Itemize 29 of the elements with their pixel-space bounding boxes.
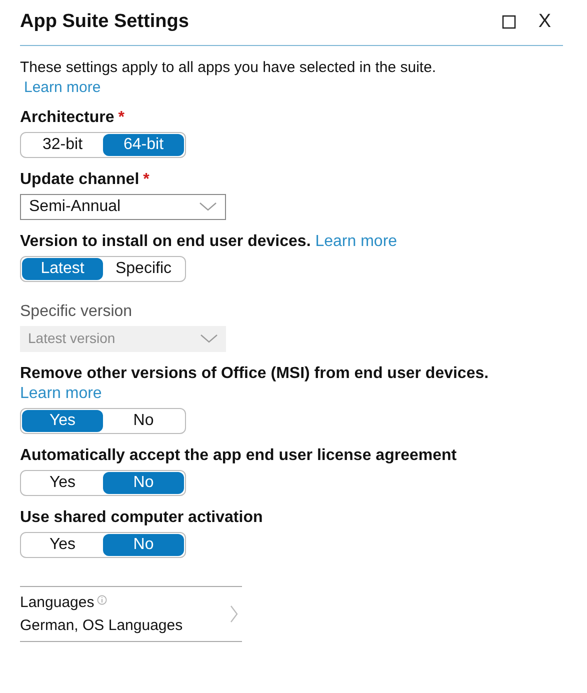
- learn-more-link[interactable]: Learn more: [20, 384, 102, 402]
- maximize-icon[interactable]: [502, 15, 516, 30]
- languages-label: Languages: [20, 592, 94, 612]
- learn-more-link[interactable]: Learn more: [24, 78, 101, 96]
- info-icon: [97, 594, 108, 604]
- required-mark: *: [118, 108, 124, 126]
- toggle-option[interactable]: 64-bit: [103, 134, 184, 156]
- window-title: App Suite Settings: [20, 10, 189, 34]
- chevron-down-icon: [199, 202, 217, 212]
- chevron-down-icon: [200, 334, 218, 344]
- dropdown[interactable]: Semi-Annual: [20, 194, 226, 220]
- field-label: Version to install on end user devices. Learn more: [20, 232, 398, 252]
- required-mark: *: [143, 170, 150, 188]
- field-label: Use shared computer activation: [20, 508, 264, 528]
- learn-more-link[interactable]: Learn more: [315, 232, 398, 250]
- toggle-option[interactable]: No: [103, 472, 184, 494]
- toggle-option[interactable]: Latest: [22, 258, 103, 280]
- languages-value: German, OS Languages: [20, 616, 183, 636]
- toggle-option[interactable]: No: [103, 534, 184, 556]
- chevron-right-icon: [230, 604, 238, 622]
- field-label: Architecture *: [20, 108, 126, 128]
- field-label: Update channel *: [20, 170, 150, 190]
- field-label: Specific version: [20, 302, 134, 322]
- languages-row[interactable]: Languages German, OS Languages: [20, 586, 242, 642]
- toggle-option[interactable]: Yes: [22, 410, 103, 432]
- close-button[interactable]: X: [538, 8, 551, 36]
- field-label: Automatically accept the app end user license agreement: [20, 446, 458, 466]
- intro-text: These settings apply to all apps you have selected in the suite.: [20, 58, 438, 78]
- field-label: Remove other versions of Office (MSI) from end user devices. Learn more: [20, 364, 490, 404]
